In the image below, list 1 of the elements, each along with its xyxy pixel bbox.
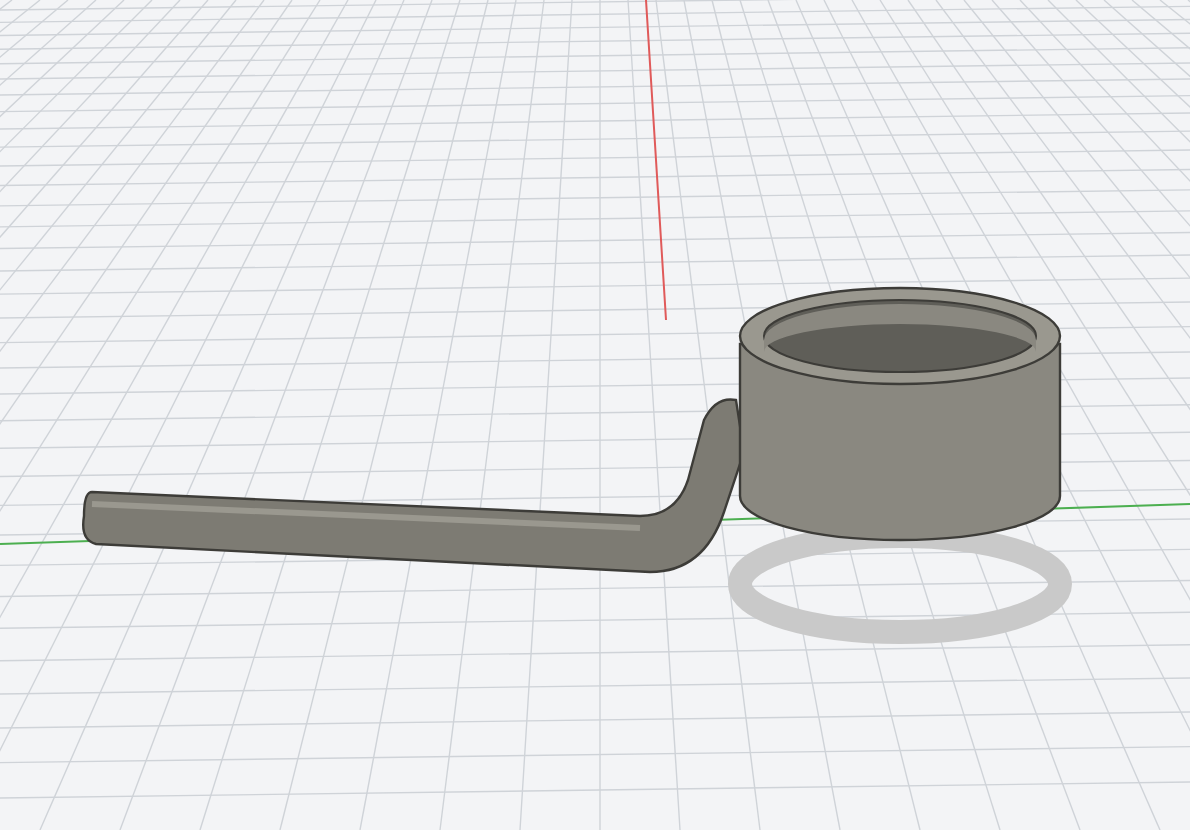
wrench-model-drawing[interactable] [82,286,1072,644]
